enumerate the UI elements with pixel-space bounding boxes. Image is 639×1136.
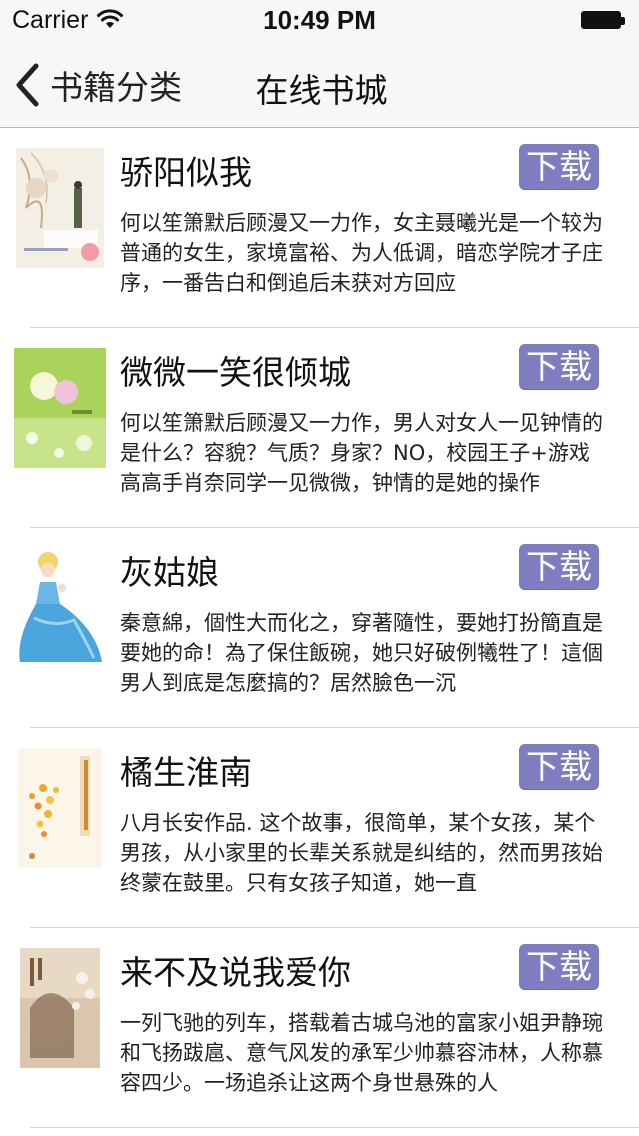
list-item[interactable]: 微微一笑很倾城 下载 何以笙箫默后顾漫又一力作，男人对女人一见钟情的是什么？容貌…: [0, 328, 639, 528]
book-title: 微微一笑很倾城: [120, 353, 351, 392]
divider: [30, 1127, 639, 1128]
book-description: 何以笙箫默后顾漫又一力作，男人对女人一见钟情的是什么？容貌？气质？身家？NO，校…: [120, 411, 603, 495]
book-description: 何以笙箫默后顾漫又一力作，女主聂曦光是一个较为普通的女生，家境富裕、为人低调，暗…: [120, 211, 603, 295]
list-item[interactable]: 灰姑娘 下载 秦意綿，個性大而化之，穿著隨性，要她打扮簡直是要她的命！為了保住飯…: [0, 528, 639, 728]
book-cover-image: [20, 948, 100, 1068]
battery-icon: [581, 11, 627, 31]
book-description: 秦意綿，個性大而化之，穿著隨性，要她打扮簡直是要她的命！為了保住飯碗，她只好破例…: [120, 611, 603, 695]
list-item[interactable]: 骄阳似我 下载 何以笙箫默后顾漫又一力作，女主聂曦光是一个较为普通的女生，家境富…: [0, 128, 639, 328]
book-cover-image: [16, 148, 104, 268]
page-title: 在线书城: [255, 71, 388, 110]
book-cover-image: [14, 348, 106, 468]
book-title: 骄阳似我: [120, 153, 252, 192]
book-title: 来不及说我爱你: [120, 953, 351, 992]
download-button[interactable]: 下载: [519, 544, 599, 590]
book-title: 灰姑娘: [120, 553, 219, 592]
download-button[interactable]: 下载: [519, 944, 599, 990]
download-button[interactable]: 下载: [519, 744, 599, 790]
navigation-bar: 书籍分类 在线书城: [0, 40, 639, 128]
book-cover-image: [18, 748, 102, 868]
book-list: 骄阳似我 下载 何以笙箫默后顾漫又一力作，女主聂曦光是一个较为普通的女生，家境富…: [0, 128, 639, 1128]
clock: 10:49 PM: [263, 5, 376, 35]
list-item[interactable]: 来不及说我爱你 下载 一列飞驰的列车，搭载着古城乌池的富家小姐尹静琬和飞扬跋扈、…: [0, 928, 639, 1128]
book-description: 一列飞驰的列车，搭载着古城乌池的富家小姐尹静琬和飞扬跋扈、意气风发的承军少帅慕容…: [120, 1011, 603, 1095]
book-cover-image: [14, 548, 106, 668]
book-description: 八月长安作品. 这个故事，很简单，某个女孩，某个男孩，从小家里的长辈关系就是纠结…: [120, 811, 603, 895]
book-title: 橘生淮南: [120, 753, 252, 792]
list-item[interactable]: 橘生淮南 下载 八月长安作品. 这个故事，很简单，某个女孩，某个男孩，从小家里的…: [0, 728, 639, 928]
download-button[interactable]: 下载: [519, 344, 599, 390]
download-button[interactable]: 下载: [519, 144, 599, 190]
status-bar: Carrier 10:49 PM: [0, 0, 639, 40]
